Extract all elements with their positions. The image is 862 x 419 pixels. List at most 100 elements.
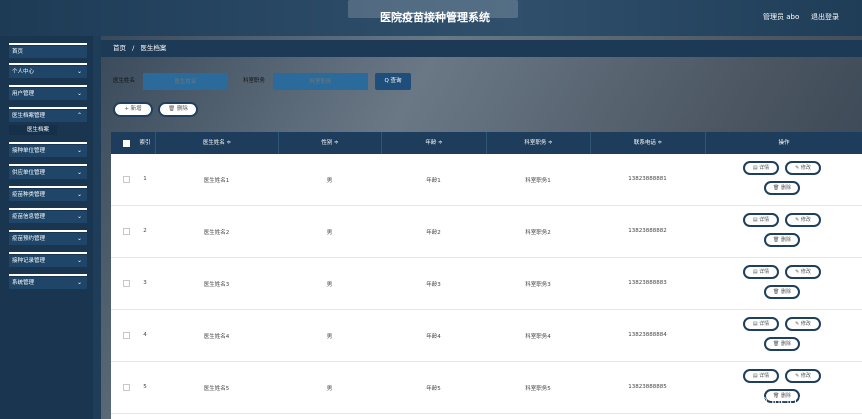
row-checkbox[interactable] (123, 228, 130, 235)
phone-cell: 13823888884 (628, 332, 667, 338)
dept-search-label: 科室职务 (243, 78, 266, 84)
chevron-down-icon: ⌄ (76, 147, 82, 154)
sidebar-item-label: 个人中心 (12, 69, 35, 75)
sidebar-item-appointments[interactable]: 疫苗预约管理 ⌄ (9, 230, 87, 245)
col-name[interactable]: 医生姓名 ≑ (155, 132, 278, 154)
sidebar-item-records[interactable]: 接种记录管理 ⌄ (9, 252, 87, 267)
chevron-down-icon: ⌄ (76, 257, 82, 264)
sidebar-item-profile[interactable]: 个人中心 ⌄ (9, 63, 87, 78)
logout-link[interactable]: 退出登录 (811, 12, 839, 22)
gender-cell: 男 (326, 230, 333, 236)
col-dept[interactable]: 科室职务 ≑ (486, 132, 590, 154)
age-cell: 年龄1 (426, 178, 441, 184)
detail-button[interactable]: ▤ 详情 (743, 369, 779, 383)
row-index-cell: 1 (143, 176, 147, 182)
dept-position-cell: 科室职务2 (525, 230, 551, 236)
age-cell: 年龄3 (426, 282, 441, 288)
sidebar-item-label: 接种记录管理 (12, 258, 46, 264)
doctor-name-cell: 医生姓名3 (203, 282, 230, 288)
phone-cell: 13823888882 (628, 228, 667, 234)
sidebar: 首页 个人中心 ⌄ 用户管理 ⌄ 医生档案管理 ⌃ 医生档案 接种单位管理 ⌄ 供应单位… (0, 36, 93, 419)
sidebar-item-doctors[interactable]: 医生档案管理 ⌃ (9, 107, 87, 122)
sidebar-subitem-doctor-profile[interactable]: 医生档案 (9, 125, 57, 135)
sidebar-item-vaccine-info[interactable]: 疫苗信息管理 ⌄ (9, 208, 87, 223)
edit-button[interactable]: ✎ 修改 (785, 317, 821, 331)
detail-button[interactable]: ▤ 详情 (743, 161, 779, 175)
breadcrumb-separator: / (132, 44, 135, 52)
gender-cell: 男 (326, 178, 333, 184)
phone-cell: 13823888881 (628, 176, 667, 182)
sidebar-item-vaccination-units[interactable]: 接种单位管理 ⌄ (9, 142, 87, 157)
table-row: 4 医生姓名4 男 年龄4 科室职务4 13823888884 ▤ 详情 ✎ 修改 🗑 删除 (111, 310, 862, 362)
row-delete-button[interactable]: 🗑 删除 (764, 337, 800, 351)
row-delete-button[interactable]: 🗑 删除 (764, 181, 800, 195)
detail-button[interactable]: ▤ 详情 (743, 317, 779, 331)
detail-button[interactable]: ▤ 详情 (743, 265, 779, 279)
sidebar-item-home[interactable]: 首页 (9, 43, 87, 58)
dept-position-cell: 科室职务5 (525, 386, 551, 392)
edit-button[interactable]: ✎ 修改 (785, 213, 821, 227)
dept-position-cell: 科室职务4 (525, 334, 551, 340)
row-checkbox[interactable] (123, 384, 130, 391)
sidebar-item-label: 疫苗预约管理 (12, 236, 46, 242)
detail-button[interactable]: ▤ 详情 (743, 213, 779, 227)
chevron-down-icon: ⌄ (76, 279, 82, 286)
select-all-checkbox[interactable] (123, 140, 130, 147)
sidebar-item-label: 疫苗信息管理 (12, 214, 46, 220)
phone-cell: 13823888885 (628, 384, 667, 390)
chevron-down-icon: ⌄ (76, 169, 82, 176)
row-checkbox[interactable] (123, 280, 130, 287)
doctor-table: 索引 医生姓名 ≑ 性别 ≑ 年龄 ≑ 科室职务 ≑ 联系电话 ≑ 操作 1 医生… (111, 132, 862, 419)
row-delete-button[interactable]: 🗑 删除 (764, 285, 800, 299)
name-search-input[interactable] (143, 73, 228, 90)
sidebar-item-users[interactable]: 用户管理 ⌄ (9, 85, 87, 100)
doctor-name-cell: 医生姓名1 (203, 178, 230, 184)
col-gender[interactable]: 性别 ≑ (278, 132, 381, 154)
edit-button[interactable]: ✎ 修改 (785, 369, 821, 383)
sidebar-item-suppliers[interactable]: 供应单位管理 ⌄ (9, 164, 87, 179)
col-index: 索引 (139, 140, 151, 146)
table-header: 索引 医生姓名 ≑ 性别 ≑ 年龄 ≑ 科室职务 ≑ 联系电话 ≑ 操作 (111, 132, 862, 154)
row-delete-button[interactable]: 🗑 删除 (764, 233, 800, 247)
table-row: 1 医生姓名1 男 年龄1 科室职务1 13823888881 ▤ 详情 ✎ 修改 🗑 删除 (111, 154, 862, 206)
row-checkbox[interactable] (123, 332, 130, 339)
age-cell: 年龄2 (426, 230, 441, 236)
row-index-cell: 4 (143, 332, 147, 338)
age-cell: 年龄4 (426, 334, 441, 340)
sidebar-item-label: 供应单位管理 (12, 170, 46, 176)
dept-position-cell: 科室职务1 (525, 178, 551, 184)
sidebar-item-vaccine-types[interactable]: 疫苗种类管理 ⌄ (9, 186, 87, 201)
row-index-cell: 5 (143, 384, 147, 390)
gender-cell: 男 (326, 334, 333, 340)
doctor-name-cell: 医生姓名5 (203, 386, 230, 392)
sidebar-item-label: 医生档案管理 (12, 113, 46, 119)
delete-button[interactable]: 🗑 删除 (158, 102, 198, 117)
breadcrumb-current: 医生档案 (140, 44, 167, 52)
chevron-down-icon: ⌄ (76, 90, 82, 97)
doctor-name-cell: 医生姓名2 (203, 230, 230, 236)
sidebar-item-system[interactable]: 系统管理 ⌄ (9, 274, 87, 289)
chevron-down-icon: ⌄ (76, 68, 82, 75)
row-checkbox[interactable] (123, 176, 130, 183)
chevron-up-icon: ⌃ (76, 112, 82, 119)
dept-search-input[interactable] (273, 73, 368, 90)
col-phone[interactable]: 联系电话 ≑ (590, 132, 705, 154)
query-button[interactable]: Q 查询 (375, 73, 411, 90)
phone-cell: 13823888883 (628, 280, 667, 286)
gender-cell: 男 (326, 386, 333, 392)
csdn-watermark: CSDN @Shejl1214 (726, 396, 818, 407)
add-button[interactable]: + 新增 (113, 102, 153, 117)
name-search-label: 医生姓名 (113, 78, 136, 84)
edit-button[interactable]: ✎ 修改 (785, 265, 821, 279)
col-actions: 操作 (705, 132, 862, 154)
main-content: 首页 / 医生档案 医生姓名 科室职务 Q 查询 + 新增 🗑 删除 索引 医生… (101, 36, 862, 419)
breadcrumb: 首页 / 医生档案 (101, 40, 862, 57)
row-index-cell: 2 (143, 228, 147, 234)
chevron-down-icon: ⌄ (76, 213, 82, 220)
col-age[interactable]: 年龄 ≑ (381, 132, 486, 154)
sidebar-item-label: 用户管理 (12, 91, 35, 97)
table-row: 2 医生姓名2 男 年龄2 科室职务2 13823888882 ▤ 详情 ✎ 修改 🗑 删除 (111, 206, 862, 258)
edit-button[interactable]: ✎ 修改 (785, 161, 821, 175)
breadcrumb-home[interactable]: 首页 (113, 44, 126, 52)
gender-cell: 男 (326, 282, 333, 288)
